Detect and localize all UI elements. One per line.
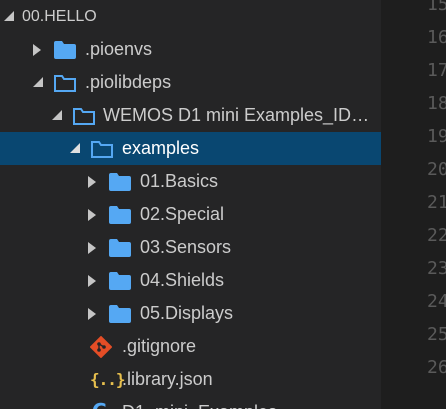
tree-item-examples[interactable]: examples — [0, 132, 381, 165]
tree-item-piolibdeps[interactable]: .piolibdeps — [0, 66, 381, 99]
line-number: 26 — [427, 357, 446, 378]
collapsed-arrow-icon — [88, 264, 102, 297]
tree-item-label: examples — [122, 138, 200, 158]
collapsed-arrow-icon — [88, 165, 102, 198]
expanded-arrow-icon — [33, 66, 47, 99]
line-number: 20 — [427, 159, 446, 180]
folder-open-icon — [73, 99, 95, 132]
tree-item-label: 01.Basics — [140, 171, 219, 191]
collapsed-arrow-icon — [88, 297, 102, 330]
folder-open-icon — [54, 66, 76, 99]
tree-item-label: 04.Shields — [140, 270, 225, 290]
line-number: 15 — [427, 0, 446, 15]
editor-line-gutter: 15 16 17 18 19 20 21 22 23 24 25 26 — [381, 0, 446, 409]
json-icon: {..} — [90, 370, 126, 389]
folder-icon — [109, 264, 131, 297]
collapsed-arrow-icon — [33, 33, 47, 66]
tree-item-wemos-examples[interactable]: WEMOS D1 mini Examples_ID1... — [0, 99, 381, 132]
tree-item-01-basics[interactable]: 01.Basics — [0, 165, 381, 198]
folder-icon — [109, 297, 131, 330]
folder-icon — [109, 165, 131, 198]
tree-item-label: 02.Special — [140, 204, 225, 224]
git-icon — [90, 330, 112, 363]
c-file-icon: C — [90, 396, 112, 409]
folder-icon — [109, 231, 131, 264]
line-number: 21 — [427, 192, 446, 213]
folder-icon — [109, 198, 131, 231]
line-number: 24 — [427, 291, 446, 312]
tree-item-label: .piolibdeps — [85, 72, 172, 92]
line-number: 16 — [427, 27, 446, 48]
tree-item-05-displays[interactable]: 05.Displays — [0, 297, 381, 330]
line-number: 17 — [427, 60, 446, 81]
explorer-root-label: 00.HELLO — [22, 8, 97, 25]
line-number: 19 — [427, 126, 446, 147]
line-number: 22 — [427, 225, 446, 246]
tree-item-d1-mini-examples[interactable]: C D1_mini_Examples — [0, 396, 381, 409]
tree-item-gitignore[interactable]: .gitignore — [0, 330, 381, 363]
svg-text:C: C — [92, 400, 107, 409]
line-number: 18 — [427, 93, 446, 114]
tree-item-label: .gitignore — [122, 336, 197, 356]
folder-icon — [54, 33, 76, 66]
line-number: 23 — [427, 258, 446, 279]
collapsed-arrow-icon — [88, 198, 102, 231]
expanded-arrow-icon — [70, 132, 84, 165]
line-number: 25 — [427, 324, 446, 345]
tree-item-label: 03.Sensors — [140, 237, 232, 257]
tree-item-label: 05.Displays — [140, 303, 234, 323]
tree-item-label: .pioenvs — [85, 39, 153, 59]
collapsed-arrow-icon — [88, 231, 102, 264]
tree-item-04-shields[interactable]: 04.Shields — [0, 264, 381, 297]
tree-item-pioenvs[interactable]: .pioenvs — [0, 33, 381, 66]
tree-item-label: D1_mini_Examples — [122, 396, 277, 409]
explorer-root-header[interactable]: 00.HELLO — [0, 0, 381, 33]
expanded-arrow-icon — [52, 99, 66, 132]
tree-item-03-sensors[interactable]: 03.Sensors — [0, 231, 381, 264]
expanded-arrow-icon — [4, 0, 18, 33]
tree-item-02-special[interactable]: 02.Special — [0, 198, 381, 231]
tree-item-label: .library.json — [122, 369, 213, 389]
tree-item-library-json[interactable]: {..} .library.json — [0, 363, 381, 396]
explorer-sidebar: 00.HELLO .pioenvs .piolibdeps WEMOS D1 m… — [0, 0, 381, 409]
folder-open-icon — [91, 132, 113, 165]
tree-item-label: WEMOS D1 mini Examples_ID1... — [103, 105, 373, 125]
